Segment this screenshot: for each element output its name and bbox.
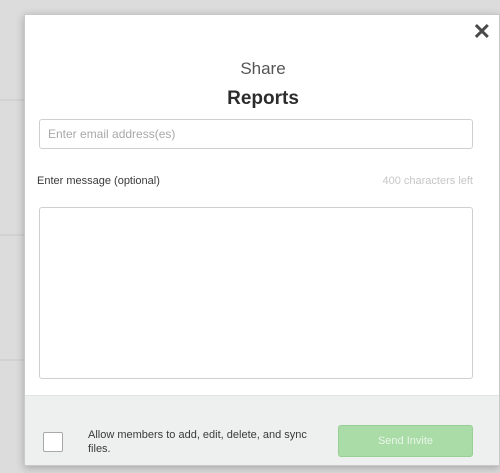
close-icon[interactable]: ✕ <box>473 21 491 43</box>
share-dialog: ✕ Share Reports Enter message (optional)… <box>24 14 500 466</box>
allow-members-checkbox[interactable] <box>43 432 63 452</box>
dialog-title: Share <box>240 59 286 78</box>
message-label: Enter message (optional) <box>37 175 160 187</box>
allow-members-label: Allow members to add, edit, delete, and … <box>88 429 307 455</box>
message-textarea[interactable] <box>39 207 473 379</box>
dialog-footer: Allow members to add, edit, delete, and … <box>25 395 499 465</box>
send-invite-button[interactable]: Send Invite <box>338 425 473 457</box>
character-counter: 400 characters left <box>382 175 474 187</box>
dialog-subtitle: Reports <box>227 88 299 109</box>
email-input[interactable] <box>39 119 473 149</box>
